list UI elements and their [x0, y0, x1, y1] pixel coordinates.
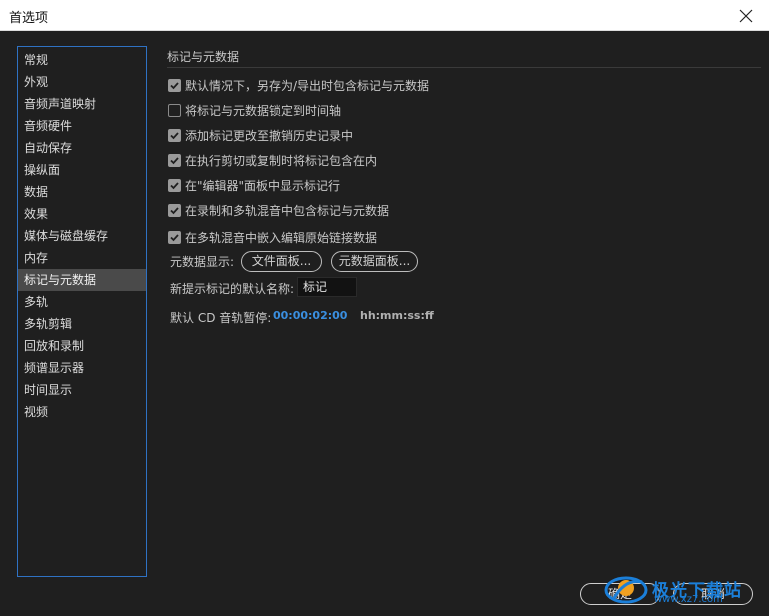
- cd-pause-timecode[interactable]: 00:00:02:00: [273, 309, 347, 322]
- checkbox[interactable]: [168, 78, 181, 92]
- option-include-markers-in-recording-mixdown[interactable]: 在录制和多轨混音中包含标记与元数据: [168, 201, 389, 219]
- sidebar-item-appearance[interactable]: 外观: [18, 71, 146, 93]
- sidebar-item-spectral-displays[interactable]: 频谱显示器: [18, 357, 146, 379]
- title-bar: 首选项: [0, 0, 769, 31]
- checkmark-icon: [170, 131, 179, 139]
- metadata-display-label: 元数据显示:: [170, 255, 235, 269]
- sidebar-item-multitrack[interactable]: 多轨: [18, 291, 146, 313]
- default-marker-name-input[interactable]: 标记: [297, 277, 357, 297]
- option-label: 默认情况下，另存为/导出时包含标记与元数据: [185, 78, 430, 93]
- sidebar-item-data[interactable]: 数据: [18, 181, 146, 203]
- option-label: 将标记与元数据锁定到时间轴: [185, 103, 342, 118]
- close-icon: [739, 9, 753, 22]
- checkbox[interactable]: [168, 103, 181, 117]
- sidebar-item-playback-recording[interactable]: 回放和录制: [18, 335, 146, 357]
- cd-pause-label: 默认 CD 音轨暂停:: [170, 311, 272, 325]
- sidebar-item-markers-metadata[interactable]: 标记与元数据: [18, 269, 146, 291]
- checkbox[interactable]: [168, 178, 181, 192]
- checkbox[interactable]: [168, 153, 181, 167]
- checkbox[interactable]: [168, 230, 181, 244]
- sidebar-item-audio-hardware[interactable]: 音频硬件: [18, 115, 146, 137]
- option-label: 添加标记更改至撤销历史记录中: [185, 128, 354, 143]
- checkmark-icon: [170, 181, 179, 189]
- cancel-button[interactable]: 取消: [673, 583, 753, 605]
- sidebar-item-multitrack-clips[interactable]: 多轨剪辑: [18, 313, 146, 335]
- sidebar-item-effects[interactable]: 效果: [18, 203, 146, 225]
- section-divider: [167, 67, 761, 68]
- sidebar-item-auto-save[interactable]: 自动保存: [18, 137, 146, 159]
- option-lock-markers-to-timeline[interactable]: 将标记与元数据锁定到时间轴: [168, 101, 341, 119]
- sidebar-item-media-disk-cache[interactable]: 媒体与磁盘缓存: [18, 225, 146, 247]
- option-add-marker-changes-to-undo[interactable]: 添加标记更改至撤销历史记录中: [168, 126, 353, 144]
- timecode-format: hh:mm:ss:ff: [360, 309, 434, 322]
- sidebar-item-memory[interactable]: 内存: [18, 247, 146, 269]
- default-marker-name-label: 新提示标记的默认名称:: [170, 282, 295, 296]
- checkbox[interactable]: [168, 128, 181, 142]
- option-label: 在"编辑器"面板中显示标记行: [185, 178, 341, 193]
- checkmark-icon: [170, 81, 179, 89]
- sidebar-item-time-display[interactable]: 时间显示: [18, 379, 146, 401]
- option-include-markers-on-cut-copy[interactable]: 在执行剪切或复制时将标记包含在内: [168, 151, 377, 169]
- checkbox[interactable]: [168, 203, 181, 217]
- option-label: 在录制和多轨混音中包含标记与元数据: [185, 203, 390, 218]
- sidebar-item-video[interactable]: 视频: [18, 401, 146, 423]
- metadata-panel-button[interactable]: 元数据面板...: [331, 251, 418, 272]
- sidebar-item-general[interactable]: 常规: [18, 49, 146, 71]
- preferences-category-list: 常规 外观 音频声道映射 音频硬件 自动保存 操纵面 数据 效果 媒体与磁盘缓存…: [17, 46, 147, 577]
- file-panel-button[interactable]: 文件面板...: [241, 251, 322, 272]
- option-label: 在多轨混音中嵌入编辑原始链接数据: [185, 230, 378, 245]
- ok-button[interactable]: 确定: [580, 583, 660, 605]
- section-title: 标记与元数据: [167, 50, 240, 64]
- option-label: 在执行剪切或复制时将标记包含在内: [185, 153, 378, 168]
- option-include-markers-on-export[interactable]: 默认情况下，另存为/导出时包含标记与元数据: [168, 76, 429, 94]
- option-embed-edit-original-link-data[interactable]: 在多轨混音中嵌入编辑原始链接数据: [168, 228, 377, 246]
- checkmark-icon: [170, 233, 179, 241]
- checkmark-icon: [170, 156, 179, 164]
- option-show-marker-row-in-editor[interactable]: 在"编辑器"面板中显示标记行: [168, 176, 340, 194]
- window-title: 首选项: [9, 11, 49, 26]
- checkmark-icon: [170, 206, 179, 214]
- sidebar-item-control-surface[interactable]: 操纵面: [18, 159, 146, 181]
- close-button[interactable]: [723, 0, 769, 31]
- sidebar-item-audio-channel-mapping[interactable]: 音频声道映射: [18, 93, 146, 115]
